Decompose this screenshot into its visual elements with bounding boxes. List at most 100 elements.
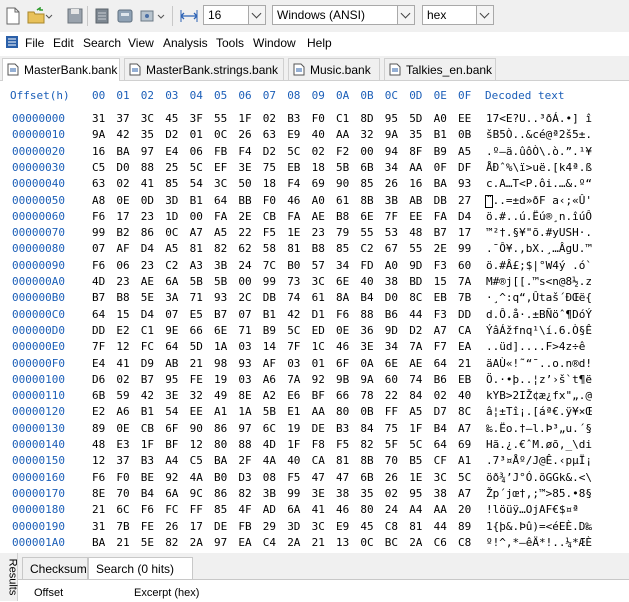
hex-byte[interactable]: 6F	[165, 422, 178, 435]
hex-byte[interactable]: 17	[458, 226, 471, 239]
hex-byte[interactable]: 40	[312, 128, 325, 141]
hex-byte[interactable]: 45	[360, 520, 373, 533]
hex-byte[interactable]: 9C	[190, 487, 203, 500]
decoded-text[interactable]: c.A…T<P.ôi.…&.º“	[486, 177, 616, 190]
hex-byte[interactable]: 88	[238, 438, 251, 451]
hex-byte[interactable]: A0	[434, 112, 447, 125]
hex-byte[interactable]: 80	[214, 438, 227, 451]
hex-byte[interactable]: C8	[385, 520, 398, 533]
hex-byte[interactable]: 9E	[165, 324, 178, 337]
hex-byte[interactable]: A1	[214, 405, 227, 418]
hex-byte[interactable]: 25	[165, 161, 178, 174]
hex-byte[interactable]: BA	[116, 145, 129, 158]
hex-byte[interactable]: B9	[434, 145, 447, 158]
hex-byte[interactable]: 08	[263, 471, 276, 484]
hex-byte[interactable]: 99	[92, 226, 105, 239]
hex-byte[interactable]: 3C	[312, 520, 325, 533]
hex-byte[interactable]: 02	[116, 177, 129, 190]
hex-byte[interactable]: 80	[336, 405, 349, 418]
decoded-text[interactable]: ..üd]....F>4z÷ê	[486, 340, 616, 353]
hex-byte[interactable]: 18	[263, 177, 276, 190]
hex-byte[interactable]: 63	[92, 177, 105, 190]
hex-byte[interactable]: 63	[263, 128, 276, 141]
hex-byte[interactable]: C6	[434, 536, 447, 549]
hex-byte[interactable]: 6E	[214, 324, 227, 337]
hex-byte[interactable]: AA	[312, 405, 325, 418]
hex-byte[interactable]: 38	[385, 275, 398, 288]
hex-byte[interactable]: 35	[141, 128, 154, 141]
hex-byte[interactable]: 4D	[92, 275, 105, 288]
hex-byte[interactable]: A0	[385, 259, 398, 272]
decoded-text[interactable]: ÅÐˆ%\ï>uë.[k4ª.ß	[486, 161, 616, 174]
hex-byte[interactable]: 5E	[141, 291, 154, 304]
hex-byte[interactable]: 41	[116, 357, 129, 370]
hex-byte[interactable]: 84	[360, 422, 373, 435]
menu-edit[interactable]: Edit	[53, 36, 74, 50]
hex-byte[interactable]: 38	[336, 487, 349, 500]
hex-byte[interactable]: 06	[190, 145, 203, 158]
hex-byte[interactable]: 7F	[92, 340, 105, 353]
hex-byte[interactable]: 41	[141, 177, 154, 190]
hex-byte[interactable]: 81	[336, 454, 349, 467]
hex-byte[interactable]: B4	[141, 487, 154, 500]
chevron-down-icon[interactable]	[248, 6, 265, 24]
hex-byte[interactable]: A3	[190, 259, 203, 272]
hex-byte[interactable]: 22	[238, 226, 251, 239]
hex-byte[interactable]: 8C	[458, 405, 471, 418]
hex-byte[interactable]: 12	[116, 340, 129, 353]
tab-masterbank[interactable]: MasterBank.bank	[2, 58, 120, 81]
decoded-text[interactable]: 17<E?U..³ðÁ.•] î	[486, 112, 616, 125]
hex-byte[interactable]: 17	[190, 520, 203, 533]
decoded-text[interactable]: Hã.¿.€ˆM.øõ‚_\di	[486, 438, 616, 451]
hex-byte[interactable]: A5	[409, 405, 422, 418]
hex-byte[interactable]: AF	[116, 242, 129, 255]
hex-byte[interactable]: 38	[434, 487, 447, 500]
hex-byte[interactable]: 0C	[214, 128, 227, 141]
hex-byte[interactable]: 3C	[434, 471, 447, 484]
hex-byte[interactable]: D4	[458, 210, 471, 223]
hex-byte[interactable]: A7	[458, 422, 471, 435]
hex-byte[interactable]: AA	[409, 161, 422, 174]
hex-byte[interactable]: 31	[92, 520, 105, 533]
hex-byte[interactable]: 0B	[360, 405, 373, 418]
hex-byte[interactable]: 03	[238, 373, 251, 386]
hex-byte[interactable]: E9	[336, 520, 349, 533]
hex-byte[interactable]: 7F	[287, 340, 300, 353]
decoded-text[interactable]: ™²†.§¥"õ.#yUSH·.	[486, 226, 616, 239]
hex-byte[interactable]: 40	[287, 454, 300, 467]
hex-byte[interactable]: 41	[312, 503, 325, 516]
hex-byte[interactable]: F3	[434, 259, 447, 272]
hex-byte[interactable]: FA	[214, 210, 227, 223]
hex-byte[interactable]: 8B	[360, 194, 373, 207]
hex-byte[interactable]: 4F	[238, 503, 251, 516]
open-dropdown-icon[interactable]	[45, 7, 53, 25]
hex-byte[interactable]: 71	[190, 291, 203, 304]
hex-byte[interactable]: 3B	[214, 259, 227, 272]
menu-analysis[interactable]: Analysis	[163, 36, 208, 50]
hex-byte[interactable]: 97	[238, 422, 251, 435]
hex-byte[interactable]: 15	[116, 308, 129, 321]
hex-byte[interactable]: DE	[312, 422, 325, 435]
hex-byte[interactable]: EE	[458, 112, 471, 125]
hex-byte[interactable]: 22	[385, 389, 398, 402]
hex-byte[interactable]: 1F	[409, 422, 422, 435]
hex-byte[interactable]: BE	[141, 471, 154, 484]
hex-byte[interactable]: 4A	[190, 471, 203, 484]
decoded-text[interactable]: .¯Ô¥.‚bX.¸…ÂgU.™	[486, 242, 616, 255]
hex-byte[interactable]: B8	[116, 291, 129, 304]
hex-byte[interactable]: 5B	[336, 161, 349, 174]
hex-byte[interactable]: 29	[263, 520, 276, 533]
hex-byte[interactable]: F6	[92, 210, 105, 223]
hex-byte[interactable]: 18	[312, 161, 325, 174]
hex-byte[interactable]: 01	[190, 128, 203, 141]
hex-byte[interactable]: 64	[214, 194, 227, 207]
hex-byte[interactable]: 88	[141, 161, 154, 174]
hex-byte[interactable]: 86	[141, 226, 154, 239]
hex-byte[interactable]: BB	[238, 194, 251, 207]
hex-byte[interactable]: 54	[190, 177, 203, 190]
hex-byte[interactable]: B1	[263, 308, 276, 321]
hex-byte[interactable]: 7A	[287, 373, 300, 386]
hex-byte[interactable]: F0	[312, 112, 325, 125]
hex-byte[interactable]: 0D	[141, 194, 154, 207]
hex-byte[interactable]: 3B	[385, 194, 398, 207]
